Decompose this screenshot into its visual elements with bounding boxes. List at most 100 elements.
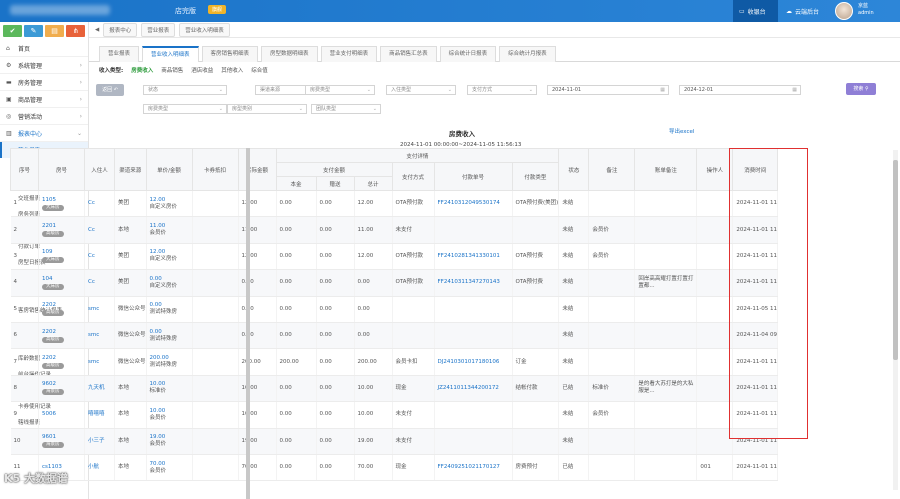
guest-cell[interactable]: Cc xyxy=(84,216,115,244)
report-tab[interactable]: 营业收入明细表 xyxy=(142,46,199,62)
order-cell[interactable]: FF2409251021170127 xyxy=(434,454,513,482)
table-row[interactable]: 11cs1103小航本地70.00会员价70.000.000.0070.00现金… xyxy=(10,454,779,482)
checkin-type-select[interactable]: 入住类型 ⌄ xyxy=(386,85,456,95)
payment-method-select[interactable]: 支付方式 ⌄ xyxy=(467,85,537,95)
guest-cell[interactable]: 小三子 xyxy=(84,428,115,455)
front-desk-button[interactable]: ▭ 收银台 xyxy=(733,0,778,22)
category-option[interactable]: 酒店收益 xyxy=(191,66,213,74)
room-cell[interactable]: 9602 海景房 xyxy=(38,375,85,403)
table-row[interactable]: 4104大床房Cc美团0.00自定义房价0.000.000.000.00OTA预… xyxy=(10,269,779,297)
room-cell[interactable]: 2201 高级房 xyxy=(38,216,85,244)
share-icon[interactable]: ⋔ xyxy=(66,25,85,37)
room-cell[interactable]: 5006 xyxy=(38,401,85,429)
order-cell[interactable]: FF2410311347270143 xyxy=(434,269,513,297)
cloud-admin-button[interactable]: ☁ 云端后台 xyxy=(782,0,827,22)
table-row[interactable]: 3109大床房Cc美团12.00自定义房价12.000.000.0012.00O… xyxy=(10,243,779,271)
room-cell[interactable]: 9601 海景房 xyxy=(38,428,85,455)
guest-cell[interactable]: 小航 xyxy=(84,454,115,482)
room-cell[interactable]: 104 大床房 xyxy=(38,269,85,297)
order-cell[interactable] xyxy=(434,401,513,429)
table-row[interactable]: 62202高级房smc微信公众号0.00测试特殊房0.000.000.000.0… xyxy=(10,322,779,350)
breadcrumb-item[interactable]: 营业报表 xyxy=(141,22,176,37)
room-cell[interactable]: 2202 高级房 xyxy=(38,348,85,376)
column-header[interactable]: 实际金额 xyxy=(237,148,277,191)
order-cell[interactable]: JZ2411011344200172 xyxy=(434,375,513,403)
sidebar-item[interactable]: ▥ 报表中心 ⌄ xyxy=(0,125,88,142)
report-tab[interactable]: 综合统计月报表 xyxy=(499,46,556,62)
column-header[interactable]: 房号 xyxy=(38,148,85,191)
pencil-icon[interactable]: ✎ xyxy=(24,25,43,37)
team-type-select[interactable]: 团队类型 ⌄ xyxy=(311,104,381,114)
room-number[interactable]: 9602 xyxy=(42,381,84,388)
room-number[interactable]: 104 xyxy=(42,276,84,283)
table-row[interactable]: 95006嘻嘻嘻本地10.00会员价10.000.000.0010.00未支付未… xyxy=(10,401,779,429)
guest-cell[interactable]: Cc xyxy=(84,190,115,218)
scrollbar-thumb[interactable] xyxy=(893,160,898,360)
room-number[interactable]: 5006 xyxy=(42,411,84,418)
column-header[interactable]: 备注 xyxy=(588,148,636,191)
user-menu[interactable]: 京蓝 admin xyxy=(858,3,874,17)
report-tab[interactable]: 营业报表 xyxy=(99,46,140,62)
sidebar-item[interactable]: ◎ 营销活动 › xyxy=(0,108,88,125)
column-header[interactable]: 状态 xyxy=(558,148,590,191)
room-number[interactable]: 9601 xyxy=(42,434,84,441)
table-row[interactable]: 89602海景房九天机本地10.00标准价10.000.000.0010.00现… xyxy=(10,375,779,403)
table-row[interactable]: 22201高级房Cc本地11.00会员价11.000.000.0011.00未支… xyxy=(10,216,779,244)
column-header[interactable]: 账单备注 xyxy=(634,148,698,191)
category-option[interactable]: 房费收入 xyxy=(131,66,153,74)
report-tab[interactable]: 客房销售明细表 xyxy=(201,46,259,62)
sidebar-item[interactable]: ▬ 房务管理 › xyxy=(0,74,88,91)
report-tab[interactable]: 综合统计日报表 xyxy=(439,46,497,62)
back-icon[interactable]: ◀ xyxy=(95,27,99,33)
guest-cell[interactable]: smc xyxy=(84,322,115,350)
room-number[interactable]: 2201 xyxy=(42,223,84,230)
breadcrumb-item[interactable]: 报表中心 xyxy=(103,22,138,37)
order-cell[interactable] xyxy=(434,322,513,350)
order-cell[interactable] xyxy=(434,428,513,455)
room-cell[interactable]: 2202 高级房 xyxy=(38,296,85,323)
end-date-input[interactable]: 2024-12-01 ▦ xyxy=(679,85,801,95)
search-button[interactable]: 搜索 ⚲ xyxy=(846,83,876,95)
room-number[interactable]: 1105 xyxy=(42,197,84,204)
column-header[interactable]: 渠道来源 xyxy=(114,148,147,191)
export-excel-link[interactable]: 导出excel xyxy=(669,127,694,135)
room-number[interactable]: 2202 xyxy=(42,302,84,309)
sidebar-item[interactable]: ⚙ 系统管理 › xyxy=(0,57,88,74)
column-header[interactable]: 支付详情 xyxy=(275,148,560,163)
order-cell[interactable]: FF2410312049530174 xyxy=(434,190,513,218)
start-date-input[interactable]: 2024-11-01 ▦ xyxy=(547,85,669,95)
table-row[interactable]: 7 2202 高级房 smc 微信公众号 200.00 测试特殊房 200.00 200.00 0… xyxy=(10,348,779,376)
room-type-select[interactable]: 房费类型 ⌄ xyxy=(143,104,227,114)
sidebar-item[interactable]: ▣ 商品管理 › xyxy=(0,91,88,108)
room-number[interactable]: 2202 xyxy=(42,329,84,336)
order-cell[interactable]: FF2410281341330101 xyxy=(434,243,513,271)
order-cell[interactable] xyxy=(434,216,513,244)
report-tab[interactable]: 商品销售汇总表 xyxy=(380,46,437,62)
room-number[interactable]: 2202 xyxy=(42,355,84,362)
category-option[interactable]: 商品销售 xyxy=(161,66,183,74)
guest-cell[interactable]: smc xyxy=(84,348,115,376)
guest-cell[interactable]: 九天机 xyxy=(84,375,115,403)
room-cell[interactable]: 2202 高级房 xyxy=(38,322,85,350)
room-cell[interactable]: 109 大床房 xyxy=(38,243,85,271)
table-row[interactable]: 11105大床房Cc美团12.00自定义房价12.000.000.0012.00… xyxy=(10,190,779,218)
order-cell[interactable] xyxy=(434,296,513,323)
avatar[interactable] xyxy=(835,2,853,20)
column-header[interactable]: 消费时间 xyxy=(732,148,779,191)
vertical-scrollbar[interactable] xyxy=(893,150,898,490)
column-header[interactable]: 序号 xyxy=(10,148,39,191)
room-fee-type-select[interactable]: 房费类型 ⌄ xyxy=(305,85,375,95)
report-tab[interactable]: 房型数据明细表 xyxy=(261,46,318,62)
column-divider[interactable] xyxy=(246,148,250,499)
briefcase-icon[interactable]: ▤ xyxy=(45,25,64,37)
guest-cell[interactable]: smc xyxy=(84,296,115,323)
status-select[interactable]: 状态 ⌄ xyxy=(143,85,227,95)
column-header[interactable]: 卡券抵扣 xyxy=(191,148,239,191)
breadcrumb-item[interactable]: 营业收入明细表 xyxy=(179,22,230,37)
room-cell[interactable]: 1105 大床房 xyxy=(38,190,85,218)
sidebar-item[interactable]: ⌂ 首页 xyxy=(0,40,88,57)
category-option[interactable]: 综合值 xyxy=(251,66,268,74)
guest-cell[interactable]: 嘻嘻嘻 xyxy=(84,401,115,429)
table-row[interactable]: 109601海景房小三子本地19.00会员价19.000.000.0019.00… xyxy=(10,428,779,455)
table-row[interactable]: 52202高级房smc微信公众号0.00测试特殊房0.000.000.000.0… xyxy=(10,296,779,323)
